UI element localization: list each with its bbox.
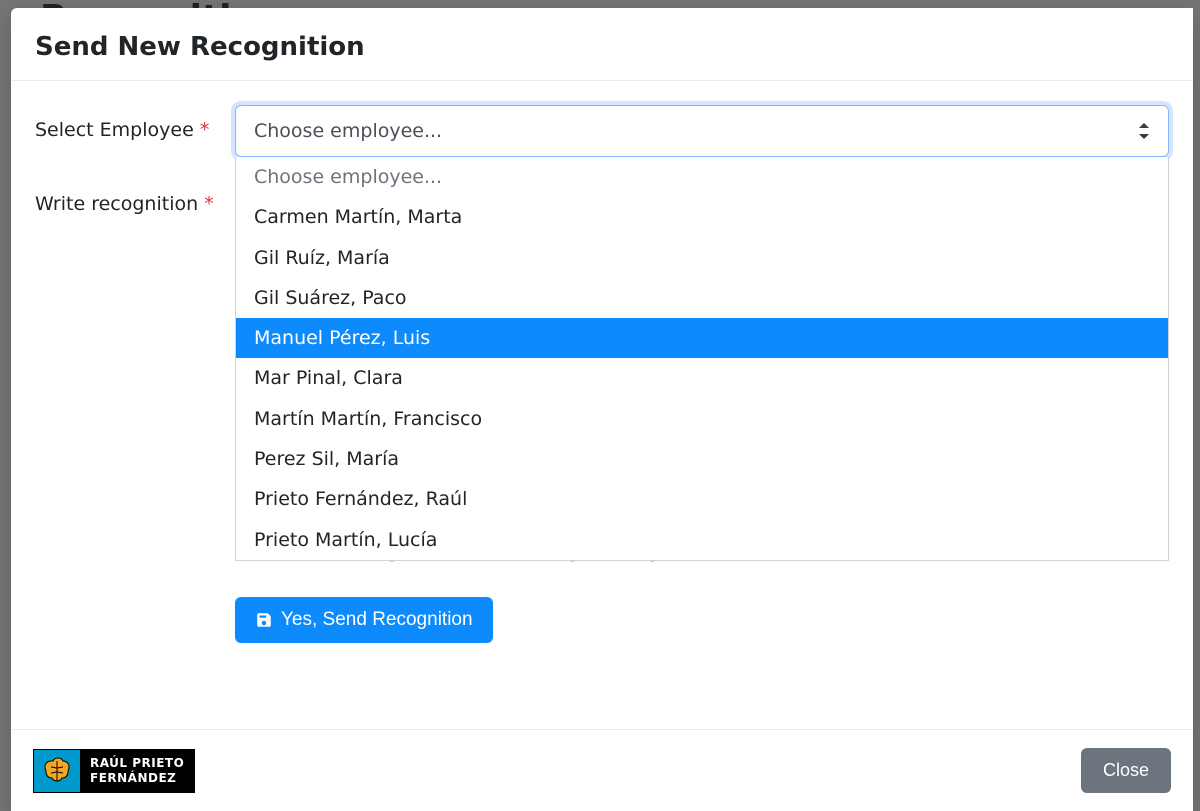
employee-label: Select Employee *: [35, 105, 235, 145]
brand-line2: FERNÁNDEZ: [90, 771, 184, 785]
employee-option[interactable]: Carmen Martín, Marta: [236, 197, 1168, 237]
employee-option[interactable]: Choose employee...: [236, 157, 1168, 197]
chevron-sort-icon: [1138, 123, 1150, 139]
employee-option[interactable]: Mar Pinal, Clara: [236, 358, 1168, 398]
employee-option[interactable]: Gil Ruíz, María: [236, 238, 1168, 278]
modal-header: Send New Recognition: [11, 8, 1193, 81]
save-icon: [255, 611, 273, 629]
recognition-label-text: Write recognition: [35, 193, 198, 215]
modal-footer: RAÚL PRIETO FERNÁNDEZ Close: [11, 729, 1193, 811]
brand-text: RAÚL PRIETO FERNÁNDEZ: [80, 750, 194, 792]
employee-option[interactable]: Prieto Martín, Lucía: [236, 520, 1168, 560]
send-recognition-label: Yes, Send Recognition: [281, 609, 473, 631]
close-button[interactable]: Close: [1081, 748, 1171, 793]
employee-option[interactable]: Martín Martín, Francisco: [236, 399, 1168, 439]
brand-line1: RAÚL PRIETO: [90, 756, 184, 770]
brand-badge: RAÚL PRIETO FERNÁNDEZ: [33, 749, 195, 793]
required-mark: *: [204, 193, 214, 215]
send-recognition-modal: Send New Recognition Select Employee * C…: [11, 8, 1193, 811]
employee-label-text: Select Employee: [35, 119, 194, 141]
employee-option[interactable]: Prieto Fernández, Raúl: [236, 479, 1168, 519]
employee-select[interactable]: Choose employee...: [235, 105, 1169, 157]
recognition-label: Write recognition *: [35, 179, 235, 219]
employee-row: Select Employee * Choose employee... Cho…: [35, 105, 1169, 157]
brain-icon: [34, 750, 80, 792]
modal-body: Select Employee * Choose employee... Cho…: [11, 81, 1193, 729]
employee-dropdown[interactable]: Choose employee...Carmen Martín, MartaGi…: [235, 157, 1169, 561]
employee-option[interactable]: Manuel Pérez, Luis: [236, 318, 1168, 358]
modal-title: Send New Recognition: [35, 32, 1169, 62]
employee-select-value: Choose employee...: [254, 120, 442, 142]
required-mark: *: [200, 119, 210, 141]
send-recognition-button[interactable]: Yes, Send Recognition: [235, 597, 493, 643]
employee-option[interactable]: Gil Suárez, Paco: [236, 278, 1168, 318]
employee-option[interactable]: Perez Sil, María: [236, 439, 1168, 479]
employee-field: Choose employee... Choose employee...Car…: [235, 105, 1169, 157]
